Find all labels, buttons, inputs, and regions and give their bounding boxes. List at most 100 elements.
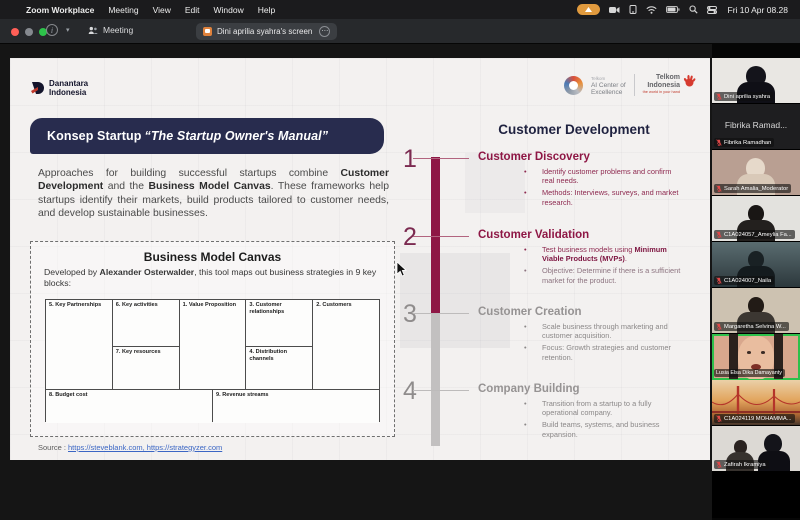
tab-meeting[interactable]: Meeting — [88, 25, 133, 35]
tab-shared-screen[interactable]: Dini aprilia syahra's screen ⋯ — [196, 23, 337, 40]
presentation-slide: Danantara Indonesia Telkom AI Center of … — [10, 58, 710, 460]
battery-icon[interactable] — [666, 6, 680, 13]
danantara-logo: Danantara Indonesia — [30, 80, 88, 97]
bullet-text: . — [625, 254, 627, 263]
display-status-icon[interactable] — [629, 5, 637, 14]
timeline-tick — [413, 158, 469, 159]
participant-tile[interactable]: C1A024057_Ameylia Fa... — [712, 196, 800, 242]
participant-tile[interactable]: Sarah Amalia_Moderator — [712, 150, 800, 196]
mic-muted-icon — [716, 323, 722, 330]
timeline-tick — [413, 236, 469, 237]
menu-window[interactable]: Window — [214, 5, 244, 15]
participant-name: Fibrika Ramadhan — [724, 140, 771, 146]
telkom-line1: Telkom — [643, 74, 680, 82]
section-customer-validation: Customer Validation Test business models… — [478, 229, 698, 288]
bmc-cell-key-resources: 7. Key resources — [113, 347, 179, 389]
participant-tile[interactable]: C1A024007_Naila — [712, 242, 800, 288]
participant-tile[interactable]: Zafirah Ikramiya — [712, 426, 800, 472]
participant-name: Sarah Amalia_Moderator — [724, 186, 788, 192]
zoom-app-window: Zoom Workplace Meeting View Edit Window … — [0, 0, 800, 520]
brand-line2: Indonesia — [49, 89, 88, 98]
participant-name: Lusia Elsa Dika Damayanty — [716, 370, 782, 376]
step-number-4: 4 — [396, 377, 424, 406]
tab-shared-screen-label: Dini aprilia syahra's screen — [217, 27, 312, 36]
ai-coe-brand: Telkom — [591, 76, 605, 81]
mic-muted-icon — [716, 461, 722, 468]
wifi-icon[interactable] — [646, 6, 657, 14]
menu-view[interactable]: View — [153, 5, 171, 15]
section-company-building: Company Building Transition from a start… — [478, 383, 698, 442]
intro-text: Approaches for building successful start… — [38, 168, 341, 179]
menu-zoom-workplace[interactable]: Zoom Workplace — [26, 5, 94, 15]
spotlight-search-icon[interactable] — [689, 5, 698, 14]
shared-screen-stage: Danantara Indonesia Telkom AI Center of … — [0, 44, 712, 520]
participant-tile[interactable]: Margaretha Selvina W... — [712, 288, 800, 334]
telkom-hand-icon — [682, 74, 696, 88]
intro-bold-bmc: Business Model Canvas — [148, 181, 270, 192]
menu-edit[interactable]: Edit — [185, 5, 200, 15]
avatar — [747, 351, 751, 354]
timeline-tick — [413, 390, 469, 391]
participant-tile[interactable]: Fibrika Ramad... Fibrika Ramadhan — [712, 104, 800, 150]
bullet: Test business models using Minimum Viabl… — [514, 245, 682, 264]
participant-name: C1A024119 MOHAMMA... — [724, 416, 792, 422]
zoom-window-tabbar: i ▾ Meeting Dini aprilia syahra's screen… — [0, 19, 800, 44]
participant-tile-empty[interactable] — [712, 472, 800, 518]
menu-meeting[interactable]: Meeting — [108, 5, 138, 15]
window-close-button[interactable] — [11, 28, 19, 36]
source-links[interactable]: https://steveblank.com, https://strategy… — [68, 443, 222, 452]
participant-name: Dini aprilia syahra — [724, 94, 770, 100]
telkom-tagline: the world in your hand — [643, 89, 680, 97]
info-icon[interactable]: i — [46, 24, 58, 36]
participant-tile-active-speaker[interactable]: Lusia Elsa Dika Damayanty — [712, 334, 800, 380]
slide-title-quoted: “The Startup Owner's Manual” — [144, 129, 328, 143]
chevron-down-icon[interactable]: ▾ — [66, 26, 70, 34]
telkom-line2: Indonesia — [643, 82, 680, 90]
participants-icon — [88, 26, 98, 35]
mic-muted-icon — [716, 139, 722, 146]
tab-meeting-label: Meeting — [103, 25, 133, 35]
tab-options-icon[interactable]: ⋯ — [319, 26, 330, 37]
participant-tile[interactable]: C1A024119 MOHAMMA... — [712, 380, 800, 426]
section-heading: Customer Creation — [478, 306, 698, 318]
section-heading: Company Building — [478, 383, 698, 395]
bullet: Methods: Interviews, surveys, and market… — [514, 188, 682, 207]
section-customer-discovery: Customer Discovery Identify customer pro… — [478, 151, 698, 210]
bmc-desc-bold: Alexander Osterwalder — [100, 267, 195, 277]
slide-title-banner: Konsep Startup “The Startup Owner's Manu… — [30, 118, 384, 154]
mic-muted-icon — [716, 185, 722, 192]
control-center-icon[interactable] — [707, 6, 717, 14]
bmc-cell-key-partnerships: 5. Key Partnerships — [46, 300, 112, 389]
bmc-cell-distribution-channels: 4. Distribution channels — [246, 347, 312, 389]
participant-name: C1A024057_Ameylia Fa... — [724, 232, 792, 238]
participant-tile[interactable]: Dini aprilia syahra — [712, 58, 800, 104]
participant-name: Margaretha Selvina W... — [724, 324, 786, 330]
bmc-description: Developed by Alexander Osterwalder, this… — [44, 267, 381, 288]
participants-sidebar: Dini aprilia syahra Fibrika Ramad... Fib… — [712, 44, 800, 520]
macos-menubar: Zoom Workplace Meeting View Edit Window … — [0, 0, 800, 19]
customer-development-title: Customer Development — [465, 122, 683, 137]
bmc-desc-text: Developed by — [44, 267, 100, 277]
participant-name: C1A024007_Naila — [724, 278, 771, 284]
section-heading: Customer Discovery — [478, 151, 698, 163]
step-number-1: 1 — [396, 145, 424, 174]
mic-muted-icon — [716, 415, 722, 422]
bmc-cell-budget-cost: 8. Budget cost — [46, 390, 212, 423]
mic-muted-icon — [716, 277, 722, 284]
ai-coe-line2: Excellence — [591, 89, 626, 96]
business-model-canvas-box: Business Model Canvas Developed by Alexa… — [30, 241, 395, 437]
bullet: Identify customer problems and confirm r… — [514, 167, 682, 186]
window-minimize-button[interactable] — [25, 28, 33, 36]
menubar-clock[interactable]: Fri 10 Apr 08.28 — [728, 5, 788, 15]
shared-screen-icon — [203, 27, 212, 36]
video-status-icon[interactable] — [609, 6, 620, 14]
screen-record-indicator[interactable] — [577, 4, 600, 15]
bullet: Build teams, systems, and business expan… — [514, 420, 682, 439]
slide-title-plain: Konsep Startup — [47, 129, 141, 143]
menu-help[interactable]: Help — [258, 5, 275, 15]
avatar — [761, 351, 765, 354]
step-number-2: 2 — [396, 223, 424, 252]
bmc-cell-value-proposition: 1. Value Proposition — [180, 300, 246, 389]
logo-divider — [634, 74, 635, 96]
bmc-cell-customers: 2. Customers — [313, 300, 379, 389]
